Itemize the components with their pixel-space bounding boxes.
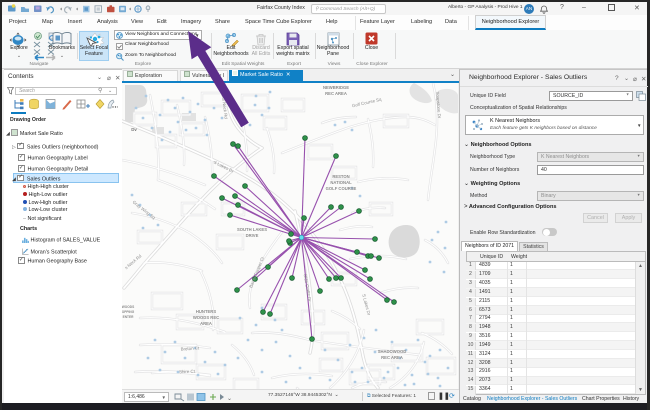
svg-text:RESTON: RESTON [332,174,349,179]
svg-text:HUNTERS: HUNTERS [196,309,216,314]
svg-text:REC AREA: REC AREA [325,91,347,96]
svg-text:Dv: Dv [131,127,137,132]
svg-text:REC AREA: REC AREA [381,355,403,360]
svg-text:SOUTH LAKES: SOUTH LAKES [237,227,267,232]
svg-text:NEWBRIDGE: NEWBRIDGE [323,85,349,90]
svg-text:GOLF COURSE: GOLF COURSE [326,186,357,191]
svg-text:DRIVE: DRIVE [246,233,259,238]
svg-text:⌄: ⌄ [227,396,232,402]
svg-text:Shire Ct: Shire Ct [179,369,196,375]
svg-text:OPPING: OPPING [122,310,135,314]
svg-text:ENTER: ENTER [123,315,135,319]
svg-text:SHADOWOOD: SHADOWOOD [378,349,407,354]
svg-text:WOODS REC: WOODS REC [193,315,219,320]
svg-text:WOODS: WOODS [122,305,134,309]
svg-text:NATIONAL: NATIONAL [330,180,352,185]
svg-text:AREA: AREA [200,321,212,326]
